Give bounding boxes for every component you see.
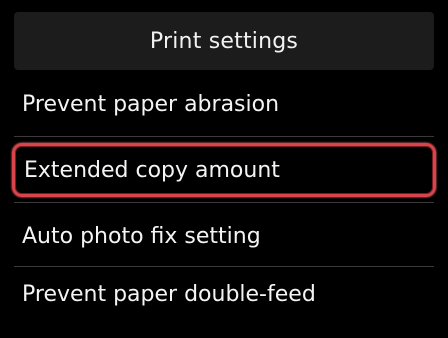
printer-lcd-screen: Print settings Prevent paper abrasion Ex…	[0, 0, 448, 338]
menu-item-label: Prevent paper double-feed	[22, 282, 316, 307]
menu-item-prevent-paper-abrasion[interactable]: Prevent paper abrasion	[14, 76, 434, 132]
menu-divider	[14, 136, 434, 137]
menu-item-label: Extended copy amount	[24, 157, 280, 183]
screen-bottom-edge	[0, 306, 448, 338]
menu-header: Print settings	[14, 12, 434, 70]
menu-divider	[14, 202, 434, 203]
menu-divider	[14, 266, 434, 267]
menu-item-auto-photo-fix-setting[interactable]: Auto photo fix setting	[14, 208, 434, 264]
menu-item-label: Prevent paper abrasion	[22, 91, 280, 117]
menu-item-label: Auto photo fix setting	[22, 223, 261, 249]
page-title: Print settings	[149, 28, 299, 54]
menu-item-extended-copy-amount[interactable]: Extended copy amount	[12, 143, 436, 197]
